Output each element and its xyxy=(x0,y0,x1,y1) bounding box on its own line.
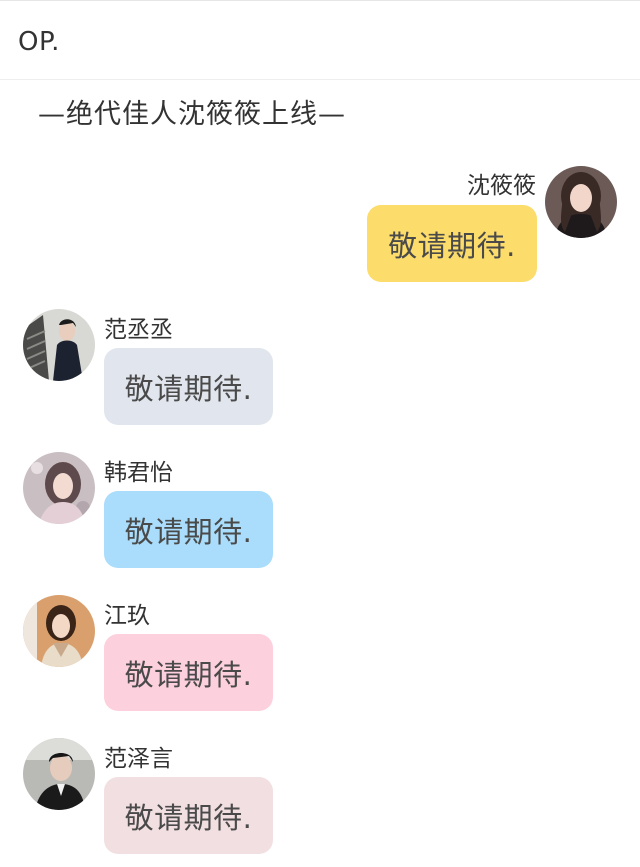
top-bar: OP. xyxy=(0,0,640,80)
woman-portrait-icon[interactable] xyxy=(23,452,95,524)
man-portrait-icon[interactable] xyxy=(23,309,95,381)
message-bubble[interactable]: 敬请期待. xyxy=(367,205,537,282)
sender-name: 范泽言 xyxy=(104,746,173,772)
chat-subtitle: —绝代佳人沈筱筱上线— xyxy=(38,99,346,130)
message-bubble[interactable]: 敬请期待. xyxy=(104,491,273,568)
sender-name: 江玖 xyxy=(104,603,150,629)
woman-portrait-icon[interactable] xyxy=(545,166,617,238)
page-title: OP. xyxy=(18,27,60,57)
message-bubble[interactable]: 敬请期待. xyxy=(104,634,273,711)
message-text: 敬请期待. xyxy=(124,800,253,835)
sender-name: 范丞丞 xyxy=(104,317,173,343)
message-text: 敬请期待. xyxy=(388,228,516,263)
message-bubble[interactable]: 敬请期待. xyxy=(104,777,273,854)
woman-portrait-icon[interactable] xyxy=(23,595,95,667)
message-text: 敬请期待. xyxy=(124,514,253,549)
man-portrait-icon[interactable] xyxy=(23,738,95,810)
sender-name: 沈筱筱 xyxy=(467,173,536,199)
message-text: 敬请期待. xyxy=(124,657,253,692)
message-bubble[interactable]: 敬请期待. xyxy=(104,348,273,425)
sender-name: 韩君怡 xyxy=(104,460,173,486)
message-text: 敬请期待. xyxy=(124,371,253,406)
chat-page: OP. —绝代佳人沈筱筱上线— 沈筱筱 敬请期待. 范丞丞 敬请期待. 韩君怡 … xyxy=(0,0,640,867)
